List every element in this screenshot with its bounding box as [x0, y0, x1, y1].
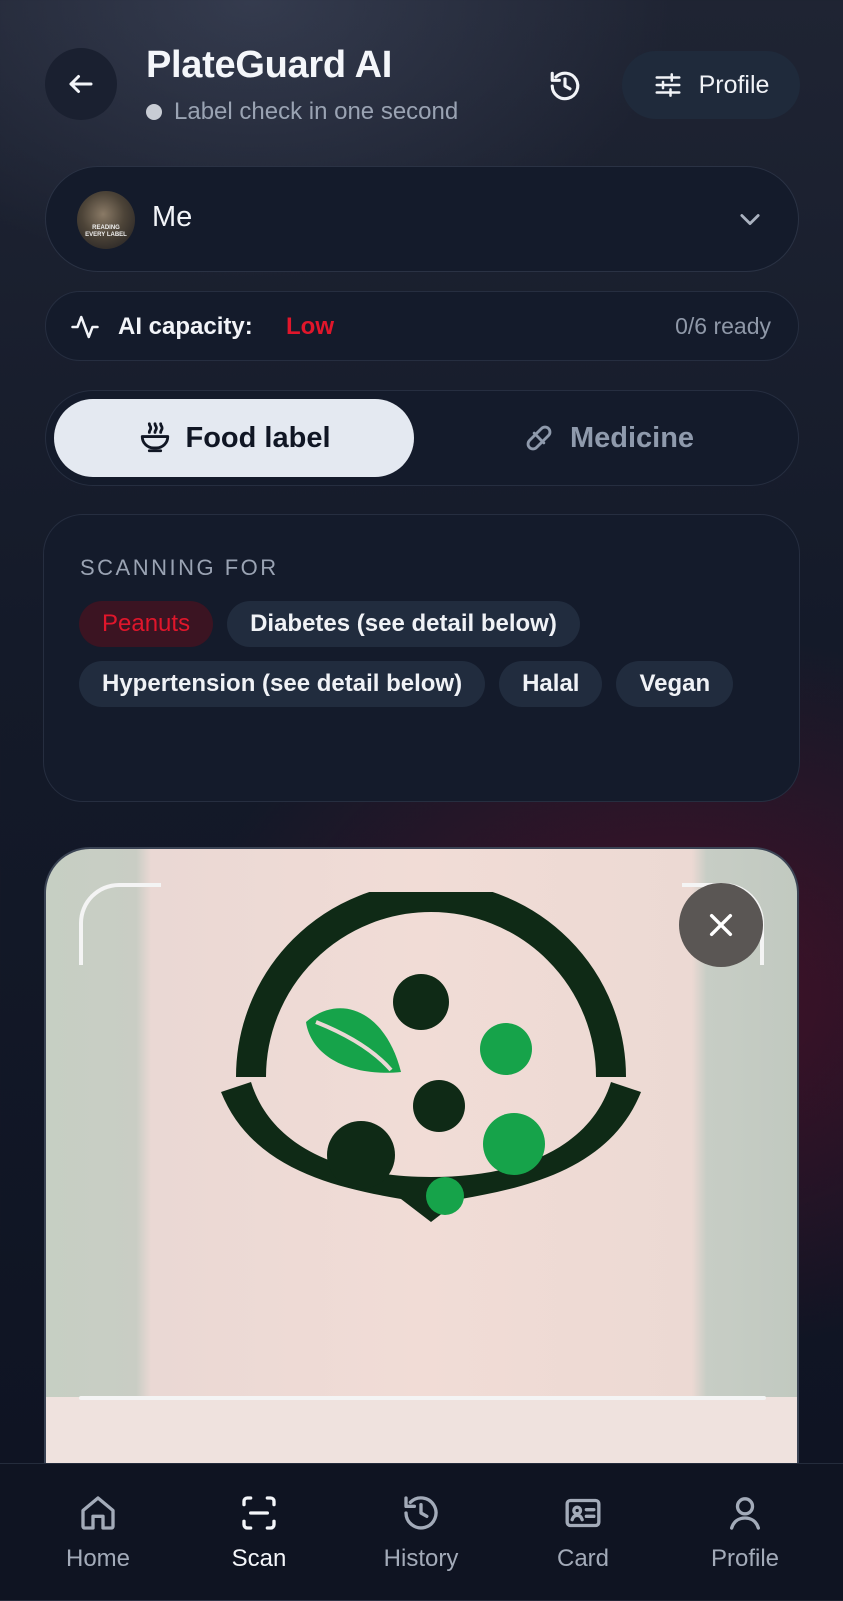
chip-hypertension[interactable]: Hypertension (see detail below) — [79, 661, 486, 707]
scanning-for-heading: SCANNING FOR — [80, 555, 279, 580]
camera-preview[interactable] — [44, 847, 799, 1467]
selected-person-name: Me — [152, 201, 193, 233]
nav-scan[interactable]: Scan — [189, 1464, 329, 1601]
status-dot — [146, 104, 162, 120]
back-button[interactable] — [45, 48, 117, 120]
app-title: PlateGuard AI — [146, 44, 392, 86]
condition-chips: Peanuts Diabetes (see detail below) Hype… — [79, 601, 769, 707]
nav-home-label: Home — [65, 1544, 131, 1572]
history-icon — [550, 71, 580, 101]
history-icon — [404, 1495, 438, 1529]
arrow-left-icon — [69, 75, 93, 93]
chevron-down-icon — [740, 214, 760, 226]
tab-food-label-text: Food label — [185, 421, 331, 454]
tab-medicine-text: Medicine — [569, 421, 695, 454]
avatar: READING EVERY LABEL — [77, 191, 135, 249]
nav-home[interactable]: Home — [28, 1464, 168, 1601]
sliders-icon — [655, 73, 681, 97]
scan-line — [79, 1396, 766, 1400]
close-camera-button[interactable] — [679, 883, 763, 967]
scanning-for-card: SCANNING FOR Peanuts Diabetes (see detai… — [43, 514, 800, 802]
ai-capacity-bar: AI capacity: Low 0/6 ready — [45, 291, 799, 361]
scan-icon — [242, 1495, 276, 1530]
ai-ready-count: 0/6 ready — [675, 313, 771, 339]
card-icon — [565, 1498, 601, 1527]
activity-icon — [71, 315, 99, 339]
profile-button-label: Profile — [698, 70, 770, 99]
profile-settings-button[interactable]: Profile — [622, 51, 800, 119]
person-selector[interactable]: READING EVERY LABEL Me — [45, 166, 799, 272]
chip-vegan[interactable]: Vegan — [616, 661, 734, 707]
bottom-nav: Home Scan History Card Profile — [0, 1463, 843, 1600]
chip-halal[interactable]: Halal — [499, 661, 603, 707]
chip-peanuts[interactable]: Peanuts — [79, 601, 214, 647]
plateguard-logo-image — [221, 892, 641, 1222]
close-icon — [709, 913, 733, 937]
avatar-text-line1: READING — [92, 225, 120, 231]
nav-history[interactable]: History — [351, 1464, 491, 1601]
nav-card-label: Card — [556, 1544, 610, 1572]
nav-scan-label: Scan — [231, 1544, 287, 1572]
chip-diabetes[interactable]: Diabetes (see detail below) — [227, 601, 580, 647]
bowl-icon — [140, 422, 169, 453]
subtitle-text: Label check in one second — [174, 98, 459, 125]
avatar-text-line2: EVERY LABEL — [85, 232, 127, 238]
pill-icon — [526, 425, 552, 451]
app-subtitle: Label check in one second — [146, 98, 458, 126]
tab-medicine[interactable]: Medicine — [426, 399, 790, 477]
mode-tabs: Food label Medicine — [45, 390, 799, 486]
frame-corner-top-left — [79, 883, 161, 965]
nav-history-label: History — [383, 1544, 459, 1572]
user-icon — [730, 1496, 760, 1530]
home-icon — [81, 1495, 115, 1530]
history-button[interactable] — [543, 64, 587, 108]
nav-profile-label: Profile — [710, 1544, 780, 1572]
nav-card[interactable]: Card — [513, 1464, 653, 1601]
nav-profile[interactable]: Profile — [675, 1464, 815, 1601]
ai-capacity-label: AI capacity: — [118, 313, 253, 340]
tab-food-label[interactable]: Food label — [54, 399, 414, 477]
camera-floor — [46, 1397, 797, 1467]
ai-capacity-value: Low — [286, 313, 334, 340]
